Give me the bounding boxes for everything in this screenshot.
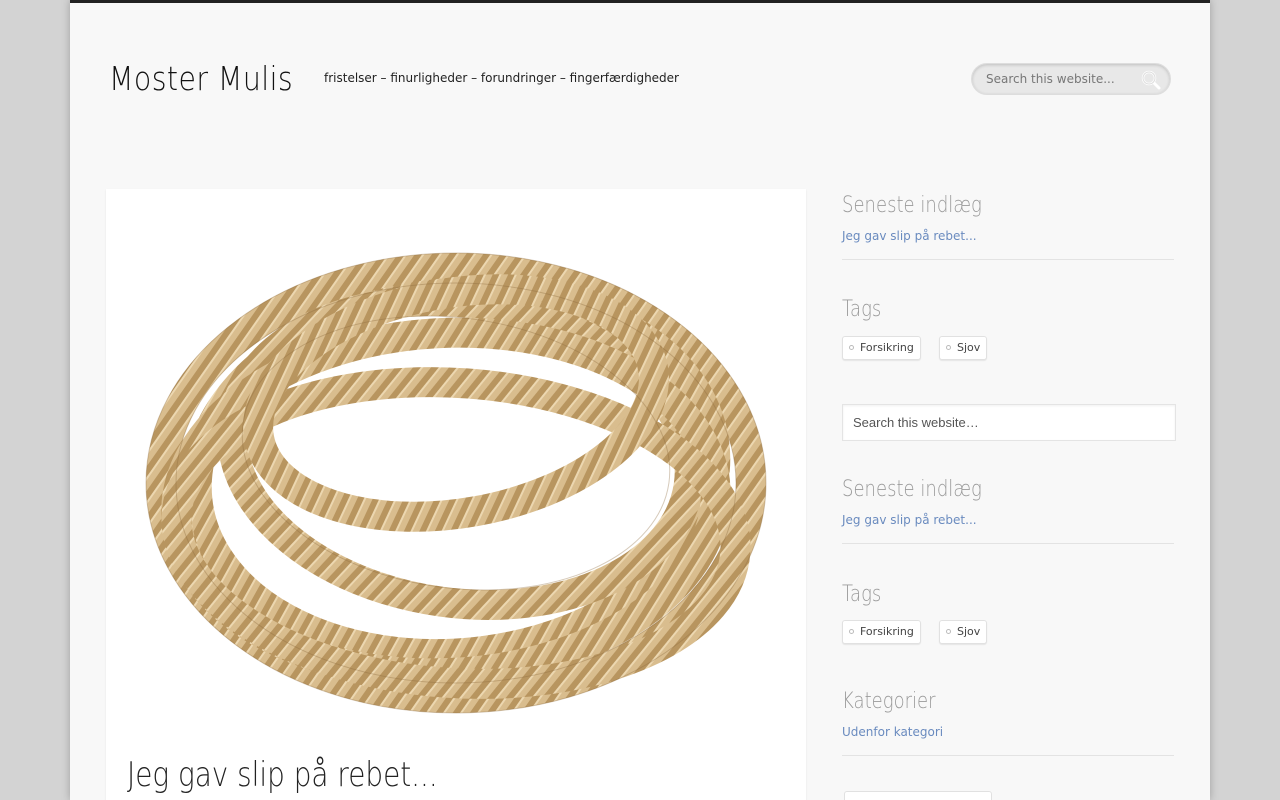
search-icon[interactable] [1140,69,1162,91]
page-container: Moster Mulis fristelser – finurligheder … [70,0,1210,800]
tag-sjov[interactable]: Sjov [939,620,988,644]
tag-label: Sjov [957,341,981,354]
tag-forsikring[interactable]: Forsikring [842,620,921,644]
header-search [971,63,1171,95]
tag-dot-icon [849,345,854,350]
widget-title: Tags [842,582,882,607]
recent-post-link[interactable]: Jeg gav slip på rebet... [842,229,1176,243]
sidebar-search-input[interactable] [853,405,1163,440]
widget-recent-posts: Seneste indlæg Jeg gav slip på rebet... [842,477,1176,527]
tag-dot-icon [946,345,951,350]
tag-forsikring[interactable]: Forsikring [842,336,921,360]
site-title[interactable]: Moster Mulis [109,59,293,98]
widget-tags: Tags [842,582,1176,607]
sidebar-search [842,404,1176,441]
tag-label: Forsikring [860,625,914,638]
widget-categories: Kategorier Udenfor kategori [842,689,1176,739]
tag-label: Forsikring [860,341,914,354]
post-title[interactable]: Jeg gav slip på rebet... [127,755,438,795]
widget-title: Kategorier [842,689,936,714]
tag-sjov[interactable]: Sjov [939,336,988,360]
widget-tags: Tags [842,297,1176,322]
post-card: Jeg gav slip på rebet... [106,189,806,800]
category-link[interactable]: Udenfor kategori [842,725,1176,739]
widget-divider [842,755,1174,756]
widget-recent-posts: Seneste indlæg Jeg gav slip på rebet... [842,193,1176,243]
widget-title: Tags [842,297,882,322]
recent-post-link[interactable]: Jeg gav slip på rebet... [842,513,1176,527]
tag-dot-icon [946,629,951,634]
widget-title: Seneste indlæg [842,193,982,218]
site-tagline: fristelser – finurligheder – forundringe… [324,71,679,85]
widget-divider [842,259,1174,260]
tag-label: Sjov [957,625,981,638]
widget-title: Seneste indlæg [842,477,982,502]
partial-widget-box [844,791,992,800]
post-featured-image[interactable] [126,203,786,723]
header-search-input[interactable] [986,64,1136,94]
widget-divider [842,543,1174,544]
tag-dot-icon [849,629,854,634]
